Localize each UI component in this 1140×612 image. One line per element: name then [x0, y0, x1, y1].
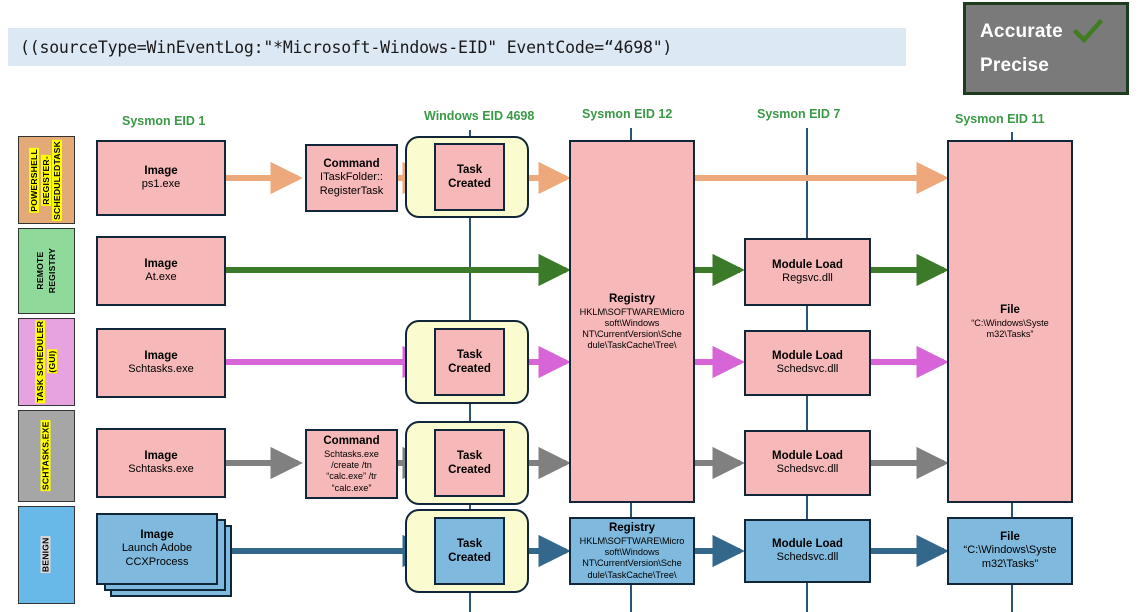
node-line: NT\CurrentVersion\Sche	[582, 328, 682, 339]
badge-row-precise: Precise	[980, 49, 1126, 83]
node-line: “calc.exe”	[331, 482, 372, 493]
node-title: Image	[144, 257, 178, 270]
node-line: m32\Tasks”	[986, 328, 1034, 339]
node-line: dule\TaskCache\Tree\	[587, 569, 677, 580]
node-line: Schedsvc.dll	[776, 363, 839, 376]
node-title: Task Created	[448, 348, 491, 375]
node-title: Task Created	[448, 537, 491, 564]
node-file-big[interactable]: File “C:\Windows\Syste m32\Tasks”	[947, 140, 1073, 503]
node-registry-big[interactable]: Registry HKLM\SOFTWARE\Micro soft\Window…	[569, 140, 695, 503]
node-line: Schedsvc.dll	[776, 463, 839, 476]
badge-accurate-label: Accurate	[980, 21, 1063, 42]
node-line: soft\Windows	[604, 317, 660, 328]
node-title: Module Load	[772, 258, 843, 271]
node-benign-file[interactable]: File “C:\Windows\Syste m32\Tasks”	[947, 517, 1073, 585]
badge-precise-label: Precise	[980, 55, 1050, 76]
node-ps-task-created[interactable]: Task Created	[434, 143, 505, 211]
node-line: “C:\Windows\Syste	[971, 317, 1049, 328]
node-title: Registry	[608, 522, 656, 535]
lane-label-benign[interactable]: BENIGN	[18, 506, 75, 604]
node-benign-task-created[interactable]: Task Created	[434, 517, 505, 585]
node-title: Image	[144, 349, 178, 362]
node-ps-image[interactable]: Image ps1.exe	[96, 140, 226, 216]
column-header-sysmon11: Sysmon EID 11	[955, 112, 1045, 126]
lane-label-schtasks-exe[interactable]: SCHTASKS.EXE	[18, 410, 75, 502]
node-title: Task Created	[448, 449, 491, 476]
node-line: Schtasks.exe	[128, 463, 194, 476]
lane-label-text: BENIGN	[40, 536, 51, 574]
node-line: m32\Tasks”	[981, 558, 1039, 571]
node-line: Schtasks.exe	[128, 363, 194, 376]
node-line: At.exe	[145, 271, 177, 284]
node-at-image[interactable]: Image At.exe	[96, 236, 226, 306]
node-line: Regsvc.dll	[782, 272, 833, 285]
node-benign-registry[interactable]: Registry HKLM\SOFTWARE\Micro soft\Windows N…	[569, 517, 695, 585]
badge-row-accurate: Accurate	[980, 15, 1126, 49]
node-title: File	[1000, 531, 1020, 544]
column-header-sysmon12: Sysmon EID 12	[582, 107, 673, 121]
node-gui-module-load[interactable]: Module Load Schedsvc.dll	[744, 330, 871, 396]
node-title: Image	[144, 449, 178, 462]
node-title: Module Load	[772, 349, 843, 362]
node-title: Registry	[608, 292, 656, 305]
lane-label-remote-registry[interactable]: REMOTE REGISTRY	[18, 228, 75, 314]
lane-label-text: REMOTE REGISTRY	[34, 248, 57, 294]
node-line: ITaskFolder::	[320, 171, 383, 184]
node-title: Module Load	[772, 537, 843, 550]
lane-label-powershell[interactable]: POWERSHELL REGISTER- SCHEDULEDTASK	[18, 136, 75, 224]
node-ps-command[interactable]: Command ITaskFolder:: RegisterTask	[305, 144, 398, 212]
node-title: Image	[140, 529, 174, 542]
node-title: Module Load	[772, 449, 843, 462]
node-title: Command	[323, 435, 380, 448]
node-line: HKLM\SOFTWARE\Micro	[579, 306, 685, 317]
diagram-canvas: ((sourceType=WinEventLog:"*Microsoft-Win…	[0, 0, 1140, 612]
node-line: HKLM\SOFTWARE\Micro	[579, 536, 685, 547]
column-header-sysmon1: Sysmon EID 1	[122, 114, 206, 128]
lane-label-task-scheduler-gui[interactable]: TASK SCHEDULER (GUI)	[18, 318, 75, 406]
lane-label-text: TASK SCHEDULER (GUI)	[34, 320, 57, 404]
node-line: CCXProcess	[125, 556, 189, 569]
node-line: Schtasks.exe	[324, 449, 379, 460]
node-title: Task Created	[448, 163, 491, 190]
node-schtasks-command[interactable]: Command Schtasks.exe/create /tn “calc.exe”…	[305, 429, 398, 499]
lane-label-text: POWERSHELL REGISTER- SCHEDULEDTASK	[29, 139, 63, 221]
node-benign-image[interactable]: Image Launch Adobe CCXProcess	[96, 513, 218, 585]
lane-label-text: SCHTASKS.EXE	[40, 420, 51, 492]
node-schtasks-task-created[interactable]: Task Created	[434, 429, 505, 497]
node-benign-module-load[interactable]: Module Load Schedsvc.dll	[744, 519, 871, 583]
column-header-sysmon7: Sysmon EID 7	[757, 107, 841, 121]
check-icon	[1072, 18, 1104, 45]
node-schtasks-image[interactable]: Image Schtasks.exe	[96, 428, 226, 498]
node-regsvc-module-load[interactable]: Module Load Regsvc.dll	[744, 238, 871, 306]
node-title: Command	[323, 158, 380, 171]
node-title: File	[1000, 304, 1020, 316]
node-gui-image[interactable]: Image Schtasks.exe	[96, 328, 226, 398]
column-header-win4698: Windows EID 4698	[424, 109, 535, 123]
node-line: RegisterTask	[319, 185, 384, 198]
node-line: ps1.exe	[141, 178, 181, 191]
node-title: Image	[144, 164, 178, 177]
accuracy-badge: Accurate Precise	[963, 2, 1129, 95]
splunk-query-bar: ((sourceType=WinEventLog:"*Microsoft-Win…	[8, 28, 906, 66]
node-line: /create /tn	[331, 460, 372, 471]
node-line: Schedsvc.dll	[776, 551, 839, 564]
node-line: NT\CurrentVersion\Sche	[582, 558, 682, 569]
node-line: soft\Windows	[604, 547, 660, 558]
node-line: “calc.exe” /tr	[326, 471, 377, 482]
node-line: “C:\Windows\Syste	[963, 544, 1057, 557]
node-line: dule\TaskCache\Tree\	[587, 340, 677, 350]
node-line: Launch Adobe	[121, 542, 193, 555]
node-schtasks-module-load[interactable]: Module Load Schedsvc.dll	[744, 430, 871, 496]
query-text: ((sourceType=WinEventLog:"*Microsoft-Win…	[20, 37, 673, 57]
node-gui-task-created[interactable]: Task Created	[434, 328, 505, 396]
